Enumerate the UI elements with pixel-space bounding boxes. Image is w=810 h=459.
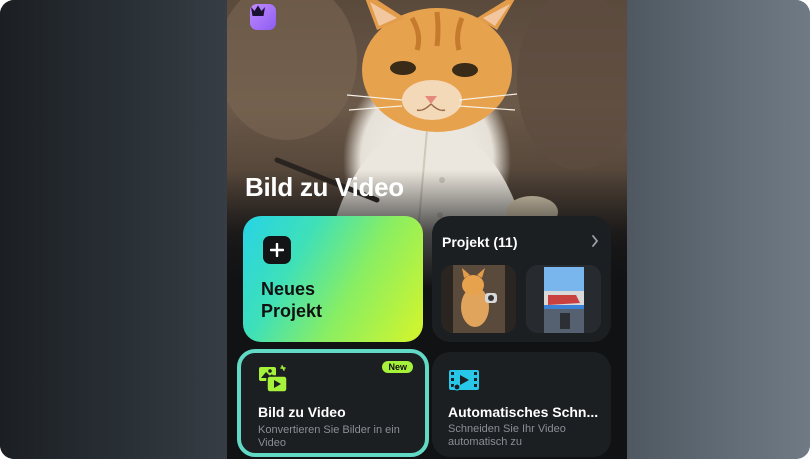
background-left <box>0 0 227 459</box>
feature-title: Bild zu Video <box>258 404 346 420</box>
feature-description: Konvertieren Sie Bilder in ein Video <box>258 424 400 449</box>
new-project-label: Neues Projekt <box>261 279 323 321</box>
projects-card[interactable]: Projekt (11) <box>432 216 611 342</box>
project-thumbnail[interactable] <box>441 265 516 333</box>
background-right <box>627 0 810 459</box>
image-to-video-card[interactable]: New Bild zu Video Konvertieren Sie Bilde… <box>237 349 429 457</box>
new-badge: New <box>382 361 413 373</box>
image-to-video-icon <box>259 365 288 393</box>
new-project-button[interactable]: Neues Projekt <box>243 216 423 342</box>
page-title: Bild zu Video <box>245 172 404 202</box>
crown-icon[interactable] <box>250 4 276 30</box>
app-screen: Bild zu Video Neues Projekt Projekt (11) <box>227 0 627 459</box>
chevron-right-icon[interactable] <box>591 235 599 247</box>
background-frame: Bild zu Video Neues Projekt Projekt (11) <box>0 0 810 459</box>
project-thumbnail[interactable] <box>526 265 601 333</box>
projects-title: Projekt (11) <box>442 234 518 250</box>
plus-icon <box>263 236 291 264</box>
feature-title: Automatisches Schn... <box>448 404 599 420</box>
auto-cut-card[interactable]: Automatisches Schn... Schneiden Sie Ihr … <box>432 352 611 457</box>
feature-description: Schneiden Sie Ihr Video automatisch zu <box>448 423 566 448</box>
auto-cut-icon <box>449 370 479 391</box>
